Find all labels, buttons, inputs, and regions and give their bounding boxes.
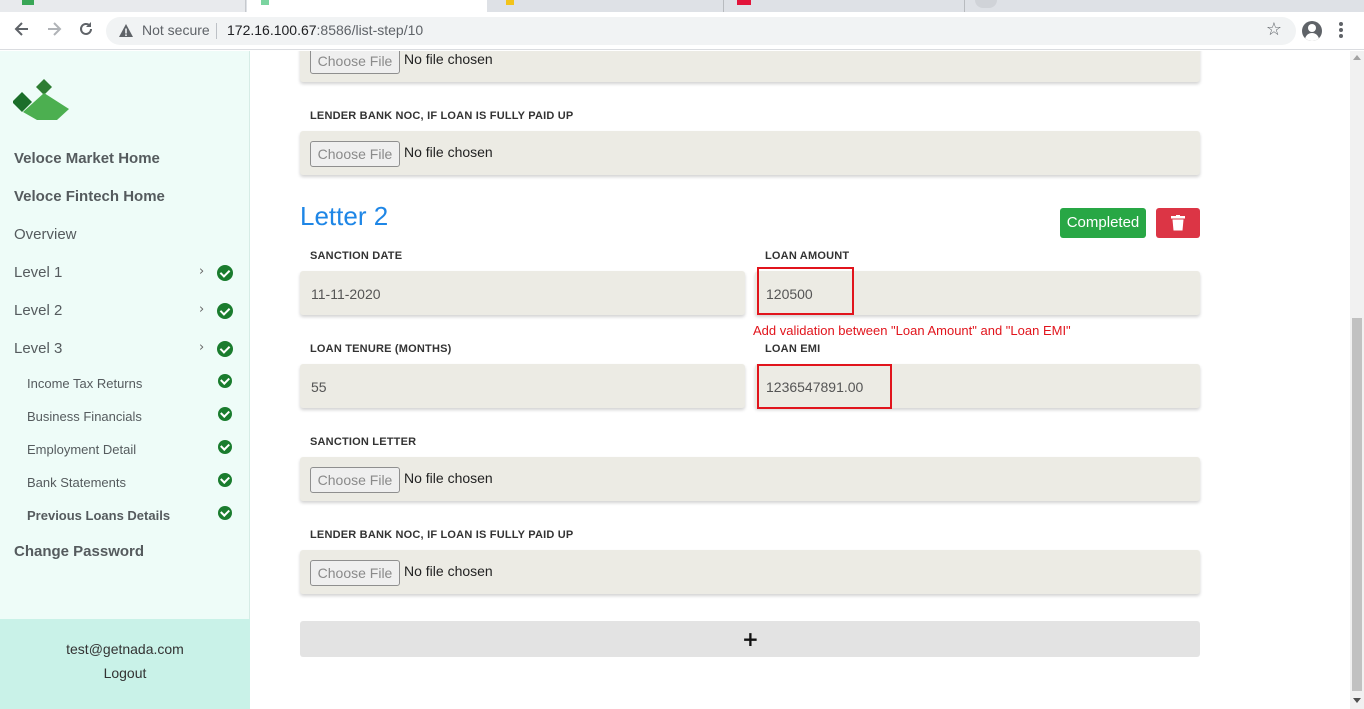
scrollbar-thumb[interactable] <box>1352 318 1362 691</box>
sidebar-subitem-previous-loans-details[interactable]: Previous Loans Details <box>27 508 170 523</box>
scroll-down-arrow-icon[interactable] <box>1353 698 1361 703</box>
sanction-date-value: 11-11-2020 <box>311 286 381 302</box>
reload-icon[interactable] <box>74 20 98 42</box>
file-status-text: No file chosen <box>404 470 493 486</box>
chevron-right-icon[interactable]: › <box>199 340 204 355</box>
security-label[interactable]: Not secure <box>142 22 210 38</box>
check-circle-icon <box>218 440 232 454</box>
sidebar-subitem-income-tax-returns[interactable]: Income Tax Returns <box>27 376 142 391</box>
file-status-text: No file chosen <box>404 51 493 67</box>
annotation-highlight-box <box>757 364 892 409</box>
sidebar-subitem-employment-detail[interactable]: Employment Detail <box>27 442 136 457</box>
file-upload-field-lender-noc: Choose File No file chosen <box>300 131 1200 175</box>
field-label-lender-noc: LENDER BANK NOC, IF LOAN IS FULLY PAID U… <box>310 529 574 541</box>
check-circle-icon <box>218 473 232 487</box>
sanction-date-input[interactable]: 11-11-2020 <box>300 271 745 315</box>
letter-title: Letter 2 <box>300 201 389 231</box>
file-status-text: No file chosen <box>404 563 493 579</box>
browser-tab-active[interactable] <box>247 0 487 12</box>
browser-menu-icon[interactable] <box>1339 22 1343 40</box>
tab-favicon-icon <box>261 0 269 5</box>
validation-annotation: Add validation between "Loan Amount" and… <box>753 323 1071 338</box>
browser-toolbar: Not secure 172.16.100.67:8586/list-step/… <box>0 12 1364 50</box>
trash-icon <box>1171 215 1185 231</box>
omnibox-separator <box>216 23 217 39</box>
profile-avatar-icon[interactable] <box>1302 21 1322 41</box>
sidebar-level-1[interactable]: Level 1 <box>14 264 62 281</box>
sidebar-link-veloce-market-home[interactable]: Veloce Market Home <box>14 150 160 167</box>
browser-tab[interactable] <box>725 0 965 12</box>
sidebar-level-3[interactable]: Level 3 <box>14 340 62 357</box>
field-label-sanction-date: SANCTION DATE <box>310 250 403 262</box>
sidebar-link-change-password[interactable]: Change Password <box>14 543 144 560</box>
sidebar-subitem-bank-statements[interactable]: Bank Statements <box>27 475 126 490</box>
chevron-right-icon[interactable]: › <box>199 264 204 279</box>
browser-tab[interactable] <box>488 0 724 12</box>
file-status-text: No file chosen <box>404 144 493 160</box>
check-circle-icon <box>217 265 233 281</box>
check-circle-icon <box>217 341 233 357</box>
tab-favicon-icon <box>22 0 34 5</box>
check-circle-icon <box>218 407 232 421</box>
file-upload-field-sanction-letter: Choose File No file chosen <box>300 457 1200 501</box>
file-upload-field-lender-noc: Choose File No file chosen <box>300 550 1200 594</box>
logout-link[interactable]: Logout <box>0 665 250 681</box>
user-email: test@getnada.com <box>66 641 184 657</box>
address-bar[interactable]: Not secure 172.16.100.67:8586/list-step/… <box>106 17 1296 45</box>
choose-file-button[interactable]: Choose File <box>310 560 400 586</box>
tab-favicon-icon <box>506 0 514 5</box>
check-circle-icon <box>217 303 233 319</box>
bookmark-star-icon[interactable]: ☆ <box>1266 19 1282 40</box>
sidebar-subitem-business-financials[interactable]: Business Financials <box>27 409 142 424</box>
delete-button[interactable] <box>1156 208 1200 238</box>
completed-button[interactable]: Completed <box>1060 208 1146 238</box>
field-label-loan-emi: LOAN EMI <box>765 343 821 355</box>
veloce-logo-icon[interactable] <box>13 79 71 123</box>
check-circle-icon <box>218 374 232 388</box>
choose-file-button[interactable]: Choose File <box>310 141 400 167</box>
browser-tabstrip <box>0 0 1364 12</box>
field-label-loan-amount: LOAN AMOUNT <box>765 250 850 262</box>
chevron-right-icon[interactable]: › <box>199 302 204 317</box>
sidebar-level-2[interactable]: Level 2 <box>14 302 62 319</box>
sidebar-link-veloce-fintech-home[interactable]: Veloce Fintech Home <box>14 188 165 205</box>
browser-tab[interactable] <box>0 0 246 12</box>
loan-tenure-input[interactable]: 55 <box>300 364 745 408</box>
page-scrollbar[interactable] <box>1350 51 1364 709</box>
add-letter-button[interactable]: + <box>300 621 1200 657</box>
sidebar: Veloce Market Home Veloce Fintech Home O… <box>0 51 250 709</box>
field-label-sanction-letter: SANCTION LETTER <box>310 436 417 448</box>
field-label-loan-tenure: LOAN TENURE (MONTHS) <box>310 343 452 355</box>
sidebar-link-overview[interactable]: Overview <box>14 226 77 243</box>
new-tab-button[interactable] <box>975 0 997 8</box>
scroll-up-arrow-icon[interactable] <box>1353 55 1361 60</box>
forward-arrow-icon[interactable] <box>42 20 66 42</box>
field-label-lender-noc: LENDER BANK NOC, IF LOAN IS FULLY PAID U… <box>310 110 574 122</box>
check-circle-icon <box>218 506 232 520</box>
plus-icon: + <box>742 627 759 651</box>
back-arrow-icon[interactable] <box>10 20 34 42</box>
choose-file-button[interactable]: Choose File <box>310 51 400 74</box>
annotation-highlight-box <box>757 267 854 315</box>
url-text[interactable]: 172.16.100.67:8586/list-step/10 <box>227 22 423 38</box>
warning-icon <box>119 24 133 37</box>
loan-tenure-value: 55 <box>311 379 327 395</box>
file-upload-field: Choose File No file chosen <box>300 51 1200 82</box>
choose-file-button[interactable]: Choose File <box>310 467 400 493</box>
sidebar-footer: test@getnada.com Logout <box>0 619 250 709</box>
main-content: Choose File No file chosen LENDER BANK N… <box>251 51 1350 709</box>
tab-favicon-icon <box>737 0 751 5</box>
